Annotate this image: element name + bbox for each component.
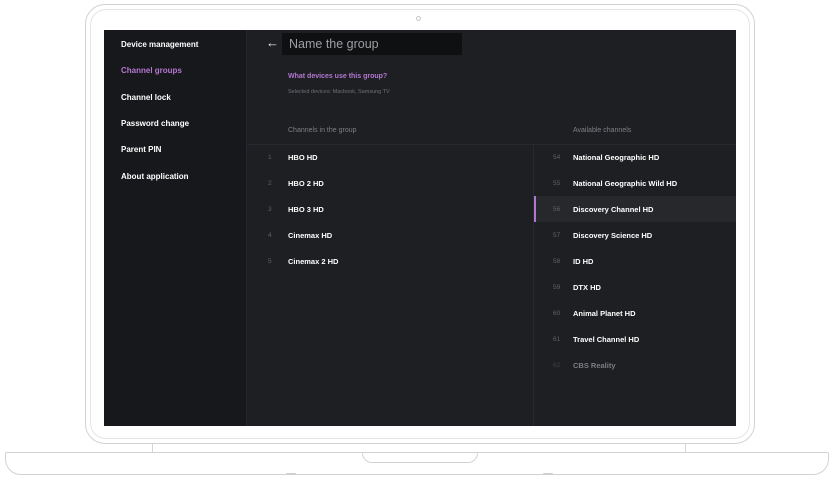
channel-name: Discovery Channel HD: [573, 204, 654, 214]
sidebar-item-device-management[interactable]: Device management: [121, 40, 198, 49]
channel-name: HBO 2 HD: [288, 178, 324, 188]
laptop-foot: [543, 473, 553, 475]
channel-number: 60: [553, 309, 561, 317]
channel-number: 57: [553, 231, 561, 239]
selection-indicator: [534, 196, 536, 222]
sidebar-item-channel-groups[interactable]: Channel groups: [121, 66, 182, 75]
laptop-foot: [286, 473, 296, 475]
laptop-notch: [362, 452, 478, 463]
channel-number: 56: [553, 205, 561, 213]
channel-name: Travel Channel HD: [573, 334, 640, 344]
available-channel-row[interactable]: 62 CBS Reality: [534, 352, 736, 378]
channel-name: CBS Reality: [573, 360, 616, 370]
group-channel-row[interactable]: 1 HBO HD: [247, 144, 533, 170]
channel-number: 58: [553, 257, 561, 265]
settings-sidebar: Device management Channel groups Channel…: [104, 30, 246, 426]
channel-name: HBO 3 HD: [288, 204, 324, 214]
available-channel-row[interactable]: 61 Travel Channel HD: [534, 326, 736, 352]
sidebar-item-about-application[interactable]: About application: [121, 172, 189, 181]
channel-number: 3: [268, 205, 272, 213]
channel-name: Cinemax HD: [288, 230, 333, 240]
channel-number: 59: [553, 283, 561, 291]
available-channel-row[interactable]: 57 Discovery Science HD: [534, 222, 736, 248]
available-channel-row[interactable]: 58 ID HD: [534, 248, 736, 274]
group-name-input[interactable]: [282, 33, 462, 55]
channel-number: 1: [268, 153, 272, 161]
available-channel-row-selected[interactable]: 56 Discovery Channel HD: [534, 196, 736, 222]
channel-name: Discovery Science HD: [573, 230, 653, 240]
channel-name: National Geographic Wild HD: [573, 178, 678, 188]
sidebar-item-channel-lock[interactable]: Channel lock: [121, 93, 171, 102]
channel-name: ID HD: [573, 256, 594, 266]
channel-name: Cinemax 2 HD: [288, 256, 339, 266]
app-screen: Device management Channel groups Channel…: [104, 30, 736, 426]
channel-number: 55: [553, 179, 561, 187]
channel-name: Animal Planet HD: [573, 308, 636, 318]
sidebar-item-parent-pin[interactable]: Parent PIN: [121, 145, 161, 154]
available-channel-row[interactable]: 59 DTX HD: [534, 274, 736, 300]
channel-group-editor: ← What devices use this group? Selected …: [246, 30, 736, 426]
available-channel-row[interactable]: 54 National Geographic HD: [534, 144, 736, 170]
group-channel-row[interactable]: 5 Cinemax 2 HD: [247, 248, 533, 274]
selected-devices-text: Selected devices: Macbook, Samsung TV: [288, 89, 390, 95]
arrow-left-icon[interactable]: ←: [266, 35, 279, 50]
group-channel-row[interactable]: 3 HBO 3 HD: [247, 196, 533, 222]
camera-icon: [416, 16, 421, 21]
channel-name: DTX HD: [573, 282, 601, 292]
sidebar-item-password-change[interactable]: Password change: [121, 119, 189, 128]
channel-number: 2: [268, 179, 272, 187]
group-channel-row[interactable]: 2 HBO 2 HD: [247, 170, 533, 196]
channel-number: 4: [268, 231, 272, 239]
channel-name: National Geographic HD: [573, 152, 660, 162]
available-channels-heading: Available channels: [573, 127, 632, 134]
channel-number: 61: [553, 335, 561, 343]
channel-name: HBO HD: [288, 152, 318, 162]
devices-question-link[interactable]: What devices use this group?: [288, 73, 387, 80]
available-channel-row[interactable]: 55 National Geographic Wild HD: [534, 170, 736, 196]
channel-number: 5: [268, 257, 272, 265]
group-channel-row[interactable]: 4 Cinemax HD: [247, 222, 533, 248]
channel-number: 62: [553, 361, 561, 369]
available-channel-row[interactable]: 60 Animal Planet HD: [534, 300, 736, 326]
channel-number: 54: [553, 153, 561, 161]
group-channels-heading: Channels in the group: [288, 127, 357, 134]
